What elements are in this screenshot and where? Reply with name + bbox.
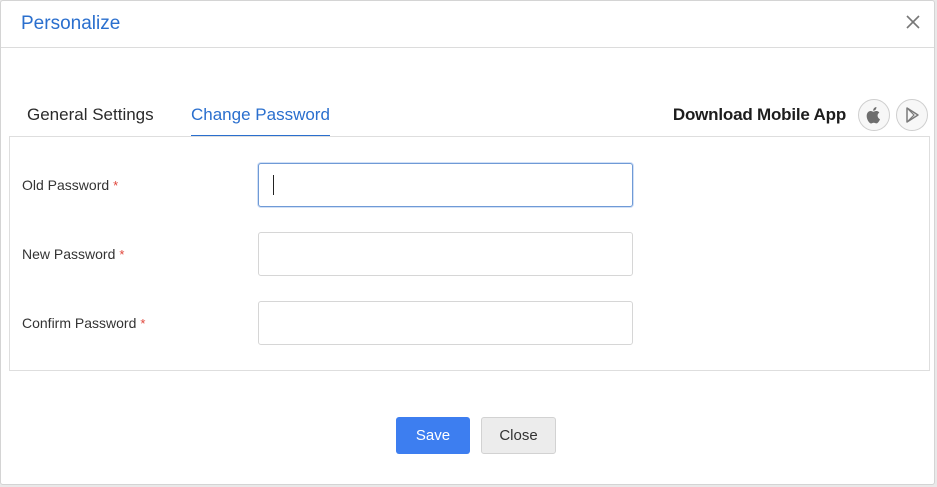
personalize-dialog: Personalize General Settings Change Pass…: [0, 0, 935, 485]
change-password-form: Old Password * New Password * Confirm Pass…: [9, 136, 930, 371]
settings-tabs: General Settings Change Password: [9, 97, 609, 137]
text-cursor: [273, 175, 274, 195]
new-password-row: New Password *: [10, 232, 929, 276]
new-password-label: New Password *: [22, 246, 125, 262]
old-password-label: Old Password *: [22, 177, 119, 193]
confirm-password-row: Confirm Password *: [10, 301, 929, 345]
google-play-icon[interactable]: [896, 99, 928, 131]
tab-change-password[interactable]: Change Password: [191, 105, 330, 137]
confirm-password-label: Confirm Password *: [22, 315, 146, 331]
old-password-row: Old Password *: [10, 163, 929, 207]
dialog-title: Personalize: [21, 13, 121, 34]
required-marker: *: [140, 316, 146, 331]
old-password-input[interactable]: [258, 163, 633, 207]
close-button[interactable]: Close: [481, 417, 556, 454]
apple-icon[interactable]: [858, 99, 890, 131]
download-mobile-app: Download Mobile App: [673, 97, 928, 133]
tab-general-settings[interactable]: General Settings: [27, 105, 154, 135]
download-mobile-app-label: Download Mobile App: [672, 105, 846, 124]
required-marker: *: [119, 247, 125, 262]
save-button[interactable]: Save: [396, 417, 470, 454]
new-password-input[interactable]: [258, 232, 633, 276]
confirm-password-input[interactable]: [258, 301, 633, 345]
dialog-header: Personalize: [1, 1, 934, 48]
close-icon[interactable]: [904, 13, 922, 31]
required-marker: *: [113, 178, 119, 193]
